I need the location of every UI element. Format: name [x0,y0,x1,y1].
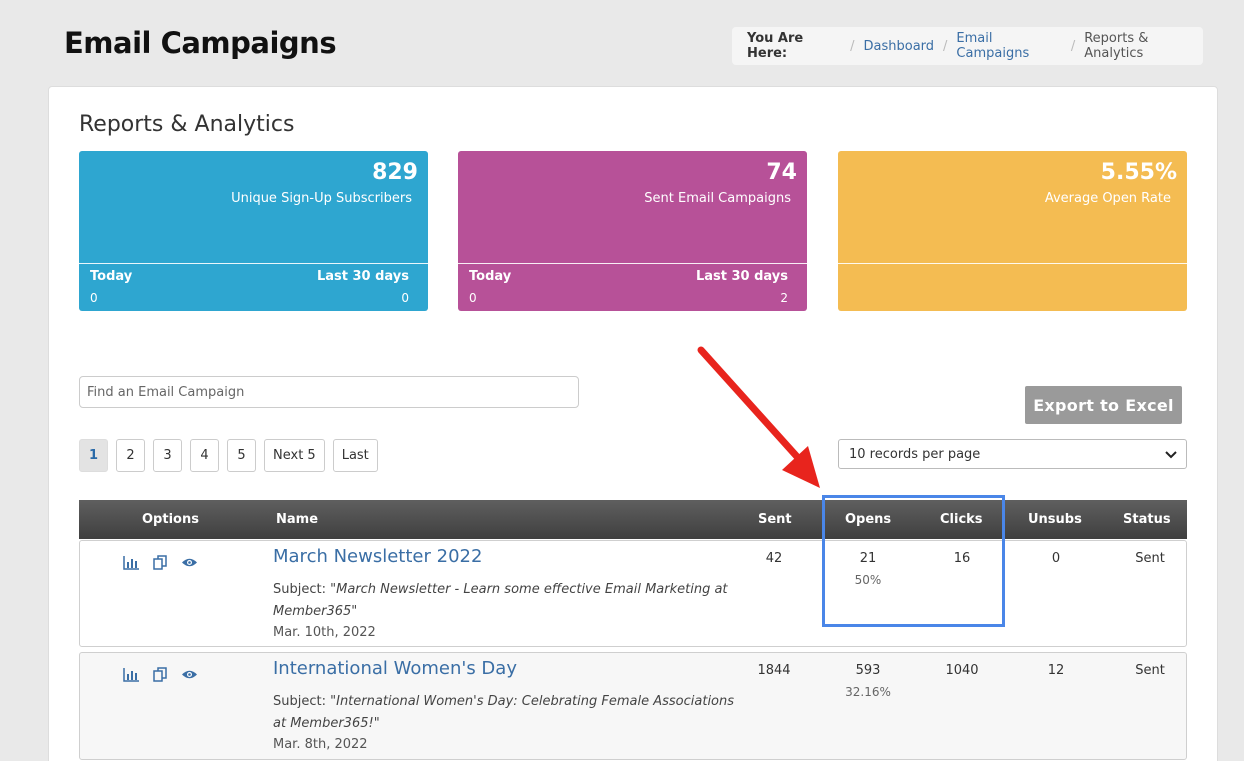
last-page-button[interactable]: Last [332,439,378,472]
header-options: Options [142,512,199,527]
breadcrumb-separator: / [943,38,948,54]
stat-label: Average Open Rate [1044,191,1171,206]
stat-value: 74 [766,160,797,185]
breadcrumb-lead: You Are Here: [747,31,804,61]
header-sent: Sent [758,512,792,527]
page-title: Email Campaigns [64,26,337,60]
page-3-button[interactable]: 3 [153,439,182,472]
subject-text: "International Women's Day: Celebrating … [273,694,735,731]
subject-label: Subject: [273,694,326,709]
page-2-button[interactable]: 2 [116,439,145,472]
copy-icon[interactable] [152,555,169,570]
stat-today-value: 0 [469,291,477,305]
row-options [123,667,198,682]
header-unsubs: Unsubs [1028,512,1082,527]
campaign-date: Mar. 10th, 2022 [273,625,376,640]
campaign-name-link[interactable]: March Newsletter 2022 [273,546,482,567]
subject-label: Subject: [273,582,326,597]
table-row: March Newsletter 2022 Subject: "March Ne… [79,540,1187,647]
page-5-button[interactable]: 5 [227,439,256,472]
campaign-subject: Subject: "March Newsletter - Learn some … [273,579,743,623]
report-icon[interactable] [123,667,140,682]
breadcrumb: You Are Here: / Dashboard / Email Campai… [732,27,1203,65]
stat-label: Sent Email Campaigns [644,191,791,206]
header-status: Status [1123,512,1171,527]
clicks-count: 1040 [945,663,979,678]
header-name: Name [276,512,319,527]
export-to-excel-button[interactable]: Export to Excel [1025,386,1182,424]
unsubs-count: 12 [1047,663,1065,678]
breadcrumb-dashboard-link[interactable]: Dashboard [864,39,935,54]
page-4-button[interactable]: 4 [190,439,219,472]
sent-count: 42 [765,551,783,566]
campaign-subject: Subject: "International Women's Day: Cel… [273,691,743,735]
page-1-button[interactable]: 1 [79,439,108,472]
records-per-page-select[interactable]: 10 records per page [838,439,1187,469]
stat-today-label: Today [469,269,512,284]
stat-divider [838,263,1187,264]
stat-today-value: 0 [90,291,98,305]
opens-clicks-highlight-box [822,495,1005,627]
campaign-date: Mar. 8th, 2022 [273,737,368,752]
table-header: Options Name Sent Opens Clicks Unsubs St… [79,500,1187,539]
stat-value: 5.55% [1100,160,1177,185]
opens-count: 593 [855,663,881,678]
campaign-name-link[interactable]: International Women's Day [273,658,517,679]
view-icon[interactable] [181,555,198,570]
row-options [123,555,198,570]
stat-divider [79,263,428,264]
unsubs-count: 0 [1051,551,1061,566]
campaign-search-input[interactable] [79,376,579,408]
breadcrumb-separator: / [850,38,855,54]
breadcrumb-email-campaigns-link[interactable]: Email Campaigns [956,31,1061,61]
subject-text: "March Newsletter - Learn some effective… [273,582,728,619]
open-rate-stat-card: 5.55% Average Open Rate [838,151,1187,311]
stat-last30-value: 2 [780,291,788,305]
stat-last30-label: Last 30 days [695,269,788,284]
sent-count: 1844 [757,663,791,678]
stat-value: 829 [372,160,418,185]
opens-percent: 32.16% [845,685,891,699]
table-row: International Women's Day Subject: "Inte… [79,652,1187,760]
stat-divider [458,263,807,264]
pagination: 1 2 3 4 5 Next 5 Last [79,439,378,472]
section-title: Reports & Analytics [79,112,295,137]
view-icon[interactable] [181,667,198,682]
stat-last30-value: 0 [401,291,409,305]
stat-today-label: Today [90,269,133,284]
next-5-button[interactable]: Next 5 [264,439,325,472]
sent-campaigns-stat-card: 74 Sent Email Campaigns Today Last 30 da… [458,151,807,311]
report-icon[interactable] [123,555,140,570]
subscribers-stat-card: 829 Unique Sign-Up Subscribers Today Las… [79,151,428,311]
campaign-status: Sent [1135,663,1165,678]
copy-icon[interactable] [152,667,169,682]
chevron-down-icon [1165,451,1177,459]
stat-label: Unique Sign-Up Subscribers [231,191,412,206]
records-per-page-value: 10 records per page [849,446,981,462]
stat-last30-label: Last 30 days [316,269,409,284]
breadcrumb-current: Reports & Analytics [1084,31,1149,61]
campaign-status: Sent [1135,551,1165,566]
breadcrumb-separator: / [1070,38,1076,54]
